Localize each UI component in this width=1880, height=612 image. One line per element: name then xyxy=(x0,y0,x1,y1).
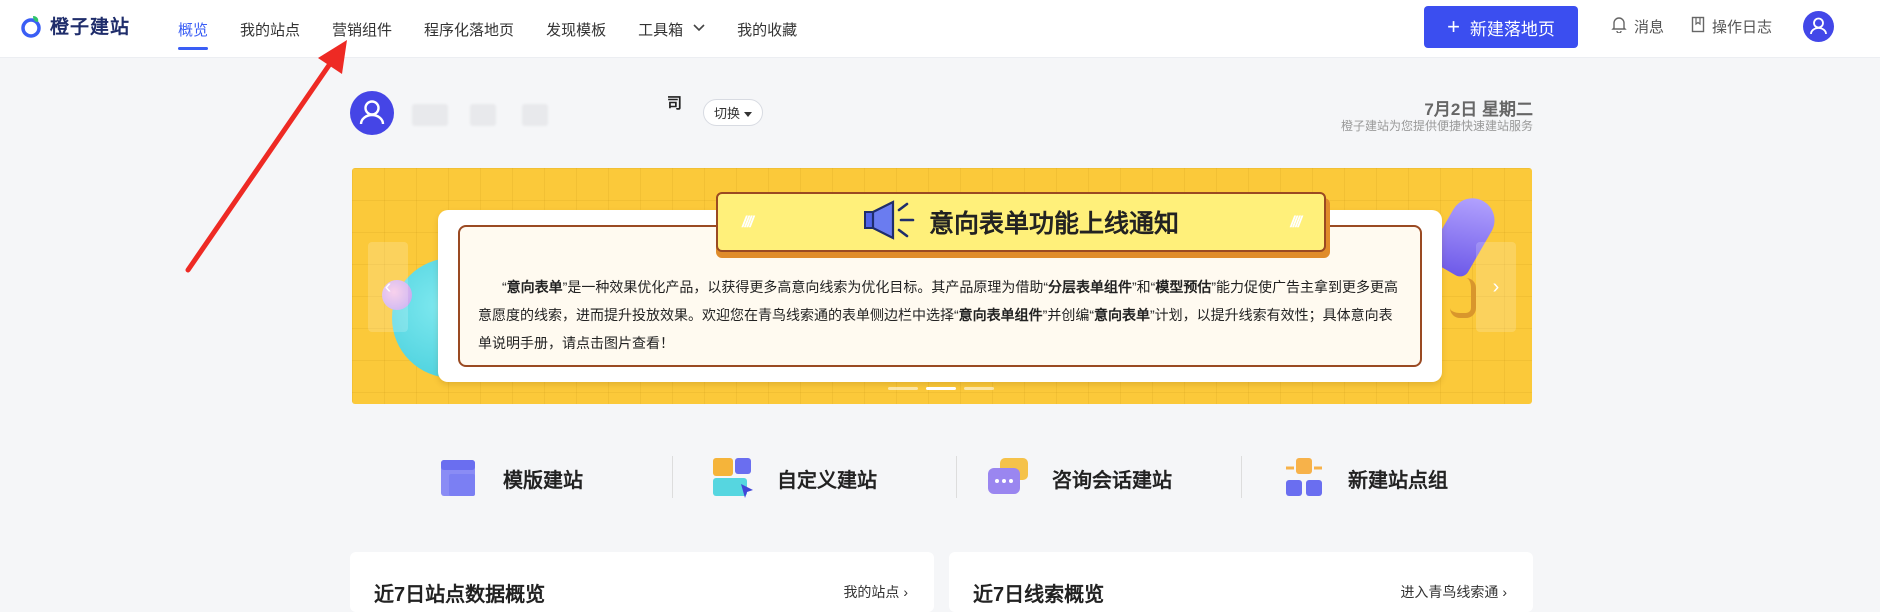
switch-account-button[interactable]: 切换 xyxy=(703,99,763,126)
bell-icon xyxy=(1611,16,1627,37)
panel-link-label: 我的站点 xyxy=(843,584,900,600)
chevron-right-icon: › xyxy=(1492,275,1500,298)
caret-down-icon xyxy=(744,105,752,120)
carousel-dot-active[interactable] xyxy=(926,387,956,390)
top-navbar: 橙子建站 概览 我的站点 营销组件 程序化落地页 发现模板 工具箱 我的收藏 +… xyxy=(0,0,1880,58)
nav-discover-templates[interactable]: 发现模板 xyxy=(546,0,606,58)
carousel-prev-button[interactable]: ‹ xyxy=(368,242,408,332)
quick-action-site-group[interactable]: 新建站点组 xyxy=(1282,448,1448,508)
carousel-dot[interactable] xyxy=(964,387,994,390)
quick-action-label: 模版建站 xyxy=(503,469,583,492)
oplog-label: 操作日志 xyxy=(1712,18,1773,36)
nav-favorites[interactable]: 我的收藏 xyxy=(737,0,797,58)
announcement-title: 意向表单功能上线通知 xyxy=(928,210,1179,238)
oplog-button[interactable]: 操作日志 xyxy=(1691,0,1772,52)
messages-label: 消息 xyxy=(1634,18,1665,36)
chat-build-icon xyxy=(986,456,1030,500)
nav-toolbox-label: 工具箱 xyxy=(638,21,684,39)
carousel-indicators xyxy=(888,387,994,390)
main-nav: 概览 我的站点 营销组件 程序化落地页 发现模板 工具箱 我的收藏 xyxy=(178,0,829,58)
nav-my-sites[interactable]: 我的站点 xyxy=(240,0,300,58)
text-emphasis: 意向表单 xyxy=(506,279,563,295)
text-emphasis: 模型预估 xyxy=(1155,279,1212,295)
redacted-name-block xyxy=(412,104,448,126)
chevron-down-icon xyxy=(693,23,705,35)
quick-action-label: 新建站点组 xyxy=(1348,469,1448,492)
user-avatar-small[interactable] xyxy=(1803,11,1834,42)
quick-action-label: 自定义建站 xyxy=(777,469,877,492)
bookmark-icon xyxy=(1691,16,1705,37)
plus-icon: + xyxy=(1447,14,1460,39)
divider xyxy=(1241,456,1242,498)
announcement-title-plate: //// 意向表单功能上线通知 //// xyxy=(716,192,1330,258)
text-emphasis: 意向表单组件 xyxy=(958,307,1043,323)
text-part: ”和“ xyxy=(1132,279,1156,295)
quick-action-custom[interactable]: 自定义建站 xyxy=(711,448,877,508)
carousel-next-button[interactable]: › xyxy=(1476,242,1516,332)
text-emphasis: 分层表单组件 xyxy=(1048,279,1132,295)
panel-title: 近7日站点数据概览 xyxy=(374,584,546,606)
site-group-icon xyxy=(1282,456,1326,500)
messages-button[interactable]: 消息 xyxy=(1611,0,1664,52)
decor-slashes: //// xyxy=(742,214,754,231)
user-avatar xyxy=(350,91,394,135)
text-emphasis: 意向表单 xyxy=(1094,307,1150,323)
switch-label: 切换 xyxy=(713,106,740,121)
redacted-name-block xyxy=(522,104,548,126)
logo-text: 橙子建站 xyxy=(50,17,131,38)
nav-toolbox[interactable]: 工具箱 xyxy=(638,0,705,58)
site-data-panel: 近7日站点数据概览 我的站点 › xyxy=(350,552,934,612)
leads-panel: 近7日线索概览 进入青鸟线索通 › xyxy=(949,552,1533,612)
date-subtitle: 橙子建站为您提供便捷快速建站服务 xyxy=(1340,119,1533,133)
quick-action-template[interactable]: 模版建站 xyxy=(437,448,583,508)
carousel-dot[interactable] xyxy=(888,387,918,390)
redacted-name-block xyxy=(470,104,496,126)
rocket-trail xyxy=(1450,278,1476,318)
panel-title: 近7日线索概览 xyxy=(973,584,1105,606)
divider xyxy=(672,456,673,498)
new-landing-page-label: 新建落地页 xyxy=(1469,19,1555,39)
new-landing-page-button[interactable]: + 新建落地页 xyxy=(1424,6,1578,48)
app-logo[interactable]: 橙子建站 xyxy=(20,12,130,39)
quick-action-label: 咨询会话建站 xyxy=(1052,469,1172,492)
divider xyxy=(956,456,957,498)
nav-marketing-components[interactable]: 营销组件 xyxy=(332,0,392,58)
qingniao-link[interactable]: 进入青鸟线索通 › xyxy=(1400,582,1507,602)
logo-icon xyxy=(20,14,44,38)
account-name: 司 xyxy=(667,95,683,112)
chevron-right-icon: › xyxy=(1502,584,1507,600)
announcement-card: “意向表单”是一种效果优化产品，以获得更多高意向线索为优化目标。其产品原理为借助… xyxy=(438,192,1442,382)
panel-link-label: 进入青鸟线索通 xyxy=(1400,584,1499,600)
quick-action-chat[interactable]: 咨询会话建站 xyxy=(986,448,1172,508)
chevron-left-icon: ‹ xyxy=(384,275,392,298)
nav-programmatic-landing[interactable]: 程序化落地页 xyxy=(424,0,514,58)
custom-build-icon xyxy=(711,456,755,500)
text-part: ”是一种效果优化产品，以获得更多高意向线索为优化目标。其产品原理为借助“ xyxy=(562,279,1048,295)
megaphone-icon xyxy=(863,198,917,247)
announcement-banner[interactable]: ‹ › “意向表单”是一种效果优化产品，以获得更多高意向线索为优化目标。其产品原… xyxy=(352,168,1532,404)
announcement-text: “意向表单”是一种效果优化产品，以获得更多高意向线索为优化目标。其产品原理为借助… xyxy=(478,273,1406,357)
decor-slashes: //// xyxy=(1290,214,1302,231)
announcement-title-front: //// 意向表单功能上线通知 //// xyxy=(716,192,1326,252)
template-icon xyxy=(437,456,481,500)
chevron-right-icon: › xyxy=(903,584,908,600)
my-sites-link[interactable]: 我的站点 › xyxy=(843,582,908,602)
nav-overview[interactable]: 概览 xyxy=(178,0,209,58)
text-part: ”并创编“ xyxy=(1042,307,1094,323)
